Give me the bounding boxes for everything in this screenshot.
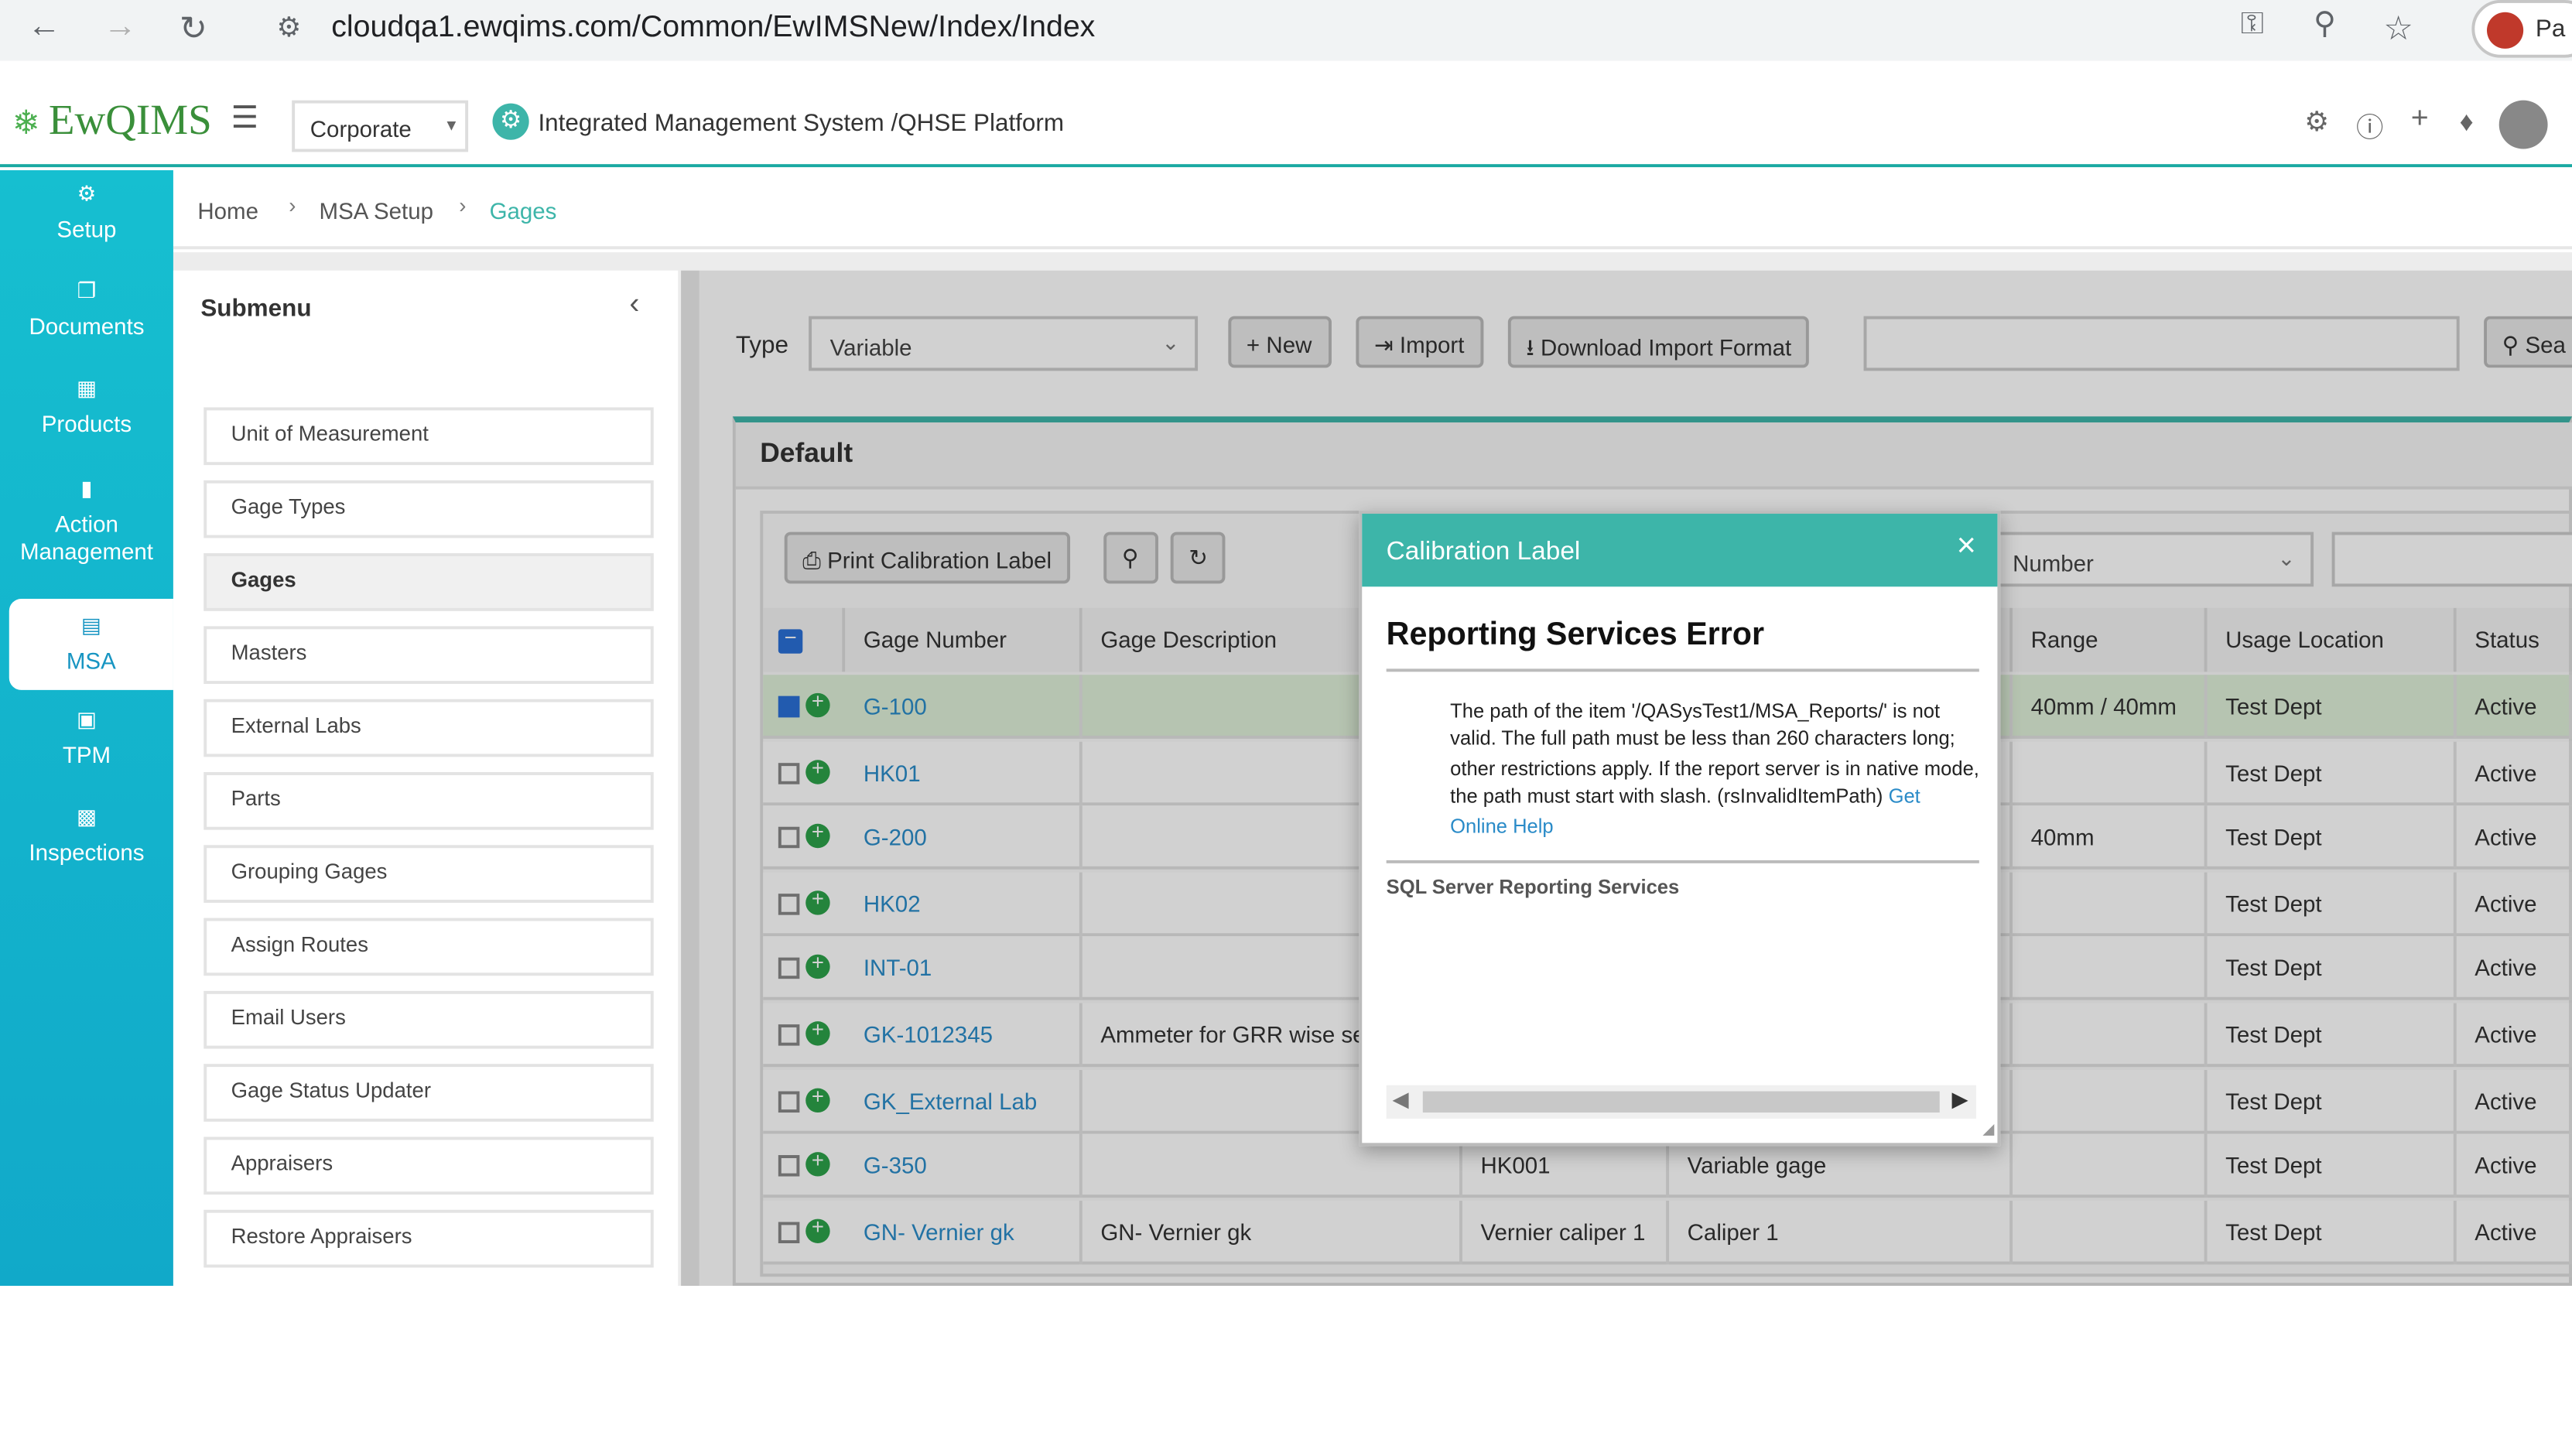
- breadcrumb-separator-icon: ›: [459, 197, 467, 219]
- sidebar-item-label: Setup: [56, 215, 117, 244]
- url-text: cloudqa1.ewqims.com/Common/EwIMSNew/Inde…: [331, 12, 1096, 46]
- hamburger-icon[interactable]: ☰: [231, 104, 258, 137]
- user-avatar-icon[interactable]: [2498, 100, 2548, 149]
- org-select[interactable]: Corporate ▾: [292, 100, 469, 152]
- sidebar-item-label: Products: [41, 410, 132, 438]
- browser-toolbar: ← → ↻ ⚙ cloudqa1.ewqims.com/Common/EwIMS…: [0, 0, 2572, 61]
- profile-chip[interactable]: Pa: [2471, 0, 2572, 58]
- action-icon: ▮: [80, 480, 93, 502]
- calibration-label-dialog: Calibration Label × Reporting Services E…: [1359, 511, 2001, 1147]
- add-icon[interactable]: +: [2411, 104, 2429, 137]
- sidebar-item-action-management[interactable]: ▮ Action Management: [0, 477, 173, 581]
- products-icon: ▦: [76, 380, 97, 402]
- address-bar[interactable]: ⚙ cloudqa1.ewqims.com/Common/EwIMSNew/In…: [270, 5, 2460, 55]
- submenu-item-external-labs[interactable]: External Labs: [204, 699, 654, 757]
- tpm-icon: ▣: [76, 711, 97, 733]
- logo-text: EwQIMS: [48, 100, 212, 146]
- submenu-item-appraisers[interactable]: Appraisers: [204, 1136, 654, 1195]
- collapse-chevron-icon[interactable]: ‹: [629, 289, 639, 322]
- submenu-item-email-users[interactable]: Email Users: [204, 990, 654, 1049]
- sidebar-item-label: MSA: [66, 647, 116, 675]
- sidebar-item-label: Documents: [29, 313, 145, 341]
- breadcrumb-current: Gages: [489, 197, 557, 225]
- submenu-item-gage-status-updater[interactable]: Gage Status Updater: [204, 1064, 654, 1122]
- sidebar-item-label: TPM: [62, 741, 111, 770]
- divider: [1386, 668, 1979, 672]
- breadcrumb-home[interactable]: Home: [197, 197, 258, 224]
- scroll-left-icon[interactable]: ◀: [1393, 1089, 1409, 1113]
- submenu-item-gage-types[interactable]: Gage Types: [204, 480, 654, 538]
- sql-server-footer: SQL Server Reporting Services: [1386, 878, 1680, 901]
- logo-mark-icon: ❄: [12, 106, 40, 143]
- org-select-value: Corporate: [310, 115, 412, 143]
- profile-label: Pa: [2535, 15, 2566, 43]
- settings-gear-icon[interactable]: ⚙: [2304, 107, 2329, 140]
- scroll-right-icon[interactable]: ▶: [1951, 1089, 1968, 1113]
- platform-title: Integrated Management System /QHSE Platf…: [538, 109, 1065, 137]
- scrollbar-thumb[interactable]: [1422, 1091, 1940, 1113]
- submenu-title: Submenu: [200, 295, 312, 323]
- forward-icon[interactable]: →: [104, 9, 137, 46]
- breadcrumb: Home › MSA Setup › Gages: [173, 170, 2572, 250]
- chevron-down-icon: ▾: [446, 118, 457, 137]
- breadcrumb-msa-setup[interactable]: MSA Setup: [320, 197, 433, 224]
- sidebar-item-label: Action Management: [19, 511, 153, 566]
- sidebar-item-label: Inspections: [29, 839, 145, 866]
- submenu-item-restore-appraisers[interactable]: Restore Appraisers: [204, 1209, 654, 1268]
- error-message: The path of the item '/QASysTest1/MSA_Re…: [1450, 699, 1979, 842]
- divider: [1386, 860, 1979, 863]
- app-logo[interactable]: ❄ EwQIMS: [12, 94, 212, 156]
- zoom-icon[interactable]: ⚲: [2314, 9, 2336, 43]
- submenu-item-masters[interactable]: Masters: [204, 626, 654, 685]
- avatar: [2487, 12, 2524, 49]
- main-sidebar: ⚙ Setup ❐ Documents ▦ Products ▮ Action …: [0, 170, 173, 1287]
- site-info-icon[interactable]: ⚙: [277, 12, 302, 46]
- submenu-item-grouping-gages[interactable]: Grouping Gages: [204, 845, 654, 903]
- breadcrumb-separator-icon: ›: [289, 197, 296, 219]
- reload-icon[interactable]: ↻: [180, 9, 207, 49]
- horizontal-scrollbar[interactable]: ◀ ▶: [1386, 1085, 1976, 1119]
- back-icon[interactable]: ←: [27, 9, 60, 46]
- cogs-icon: ⚙: [77, 185, 97, 207]
- documents-icon: ❐: [77, 282, 97, 304]
- sidebar-item-tpm[interactable]: ▣ TPM: [0, 708, 173, 781]
- inspections-icon: ▩: [76, 808, 97, 830]
- password-key-icon[interactable]: ⚿: [2241, 9, 2264, 43]
- error-heading: Reporting Services Error: [1386, 617, 1765, 654]
- bookmark-star-icon[interactable]: ☆: [2383, 9, 2413, 49]
- platform-icon: ⚙: [492, 103, 529, 140]
- sidebar-item-msa[interactable]: ▤ MSA: [9, 599, 173, 690]
- sidebar-item-setup[interactable]: ⚙ Setup: [0, 183, 173, 255]
- close-icon[interactable]: ×: [1957, 529, 1976, 566]
- sidebar-item-documents[interactable]: ❐ Documents: [0, 279, 173, 352]
- help-icon[interactable]: ⓘ: [2356, 107, 2383, 146]
- dialog-title: Calibration Label: [1386, 535, 1581, 566]
- submenu-item-parts[interactable]: Parts: [204, 771, 654, 830]
- submenu-item-gages[interactable]: Gages: [204, 553, 654, 611]
- dialog-header: Calibration Label ×: [1362, 514, 1998, 587]
- sidebar-item-products[interactable]: ▦ Products: [0, 377, 173, 449]
- chart-icon: ▤: [80, 617, 101, 639]
- resize-handle-icon[interactable]: ◢: [1982, 1122, 1994, 1140]
- submenu-item-assign-routes[interactable]: Assign Routes: [204, 918, 654, 976]
- app-header: ❄ EwQIMS ☰ Corporate ▾ ⚙ Integrated Mana…: [0, 85, 2572, 168]
- notification-bell-icon[interactable]: ♦: [2460, 107, 2474, 137]
- sidebar-item-inspections[interactable]: ▩ Inspections: [0, 805, 173, 878]
- submenu-item-unit-of-measurement[interactable]: Unit of Measurement: [204, 407, 654, 466]
- submenu-panel: Submenu ‹ Unit of Measurement Gage Types…: [173, 270, 679, 1287]
